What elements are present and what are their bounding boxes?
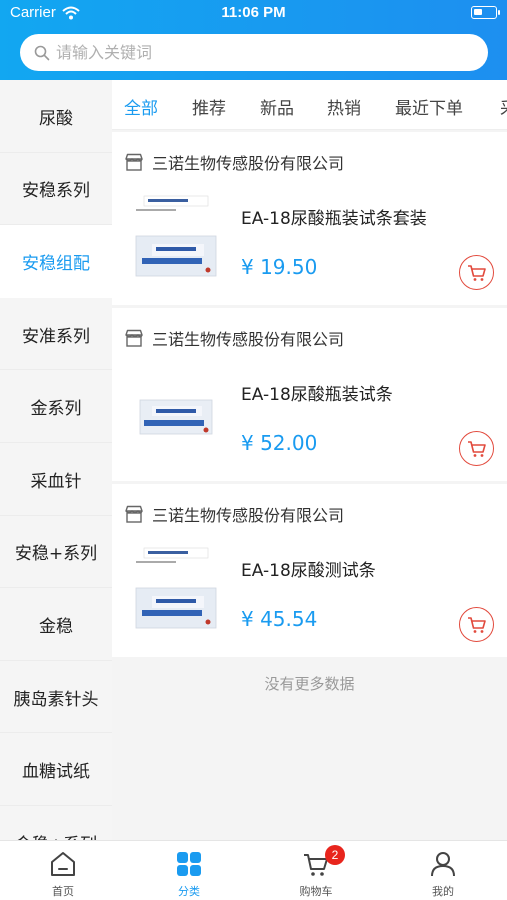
status-bar: Carrier 11:06 PM [0,0,507,26]
tabbar-item-category[interactable]: 分类 [126,841,252,900]
search-icon [34,45,50,60]
tabbar-label: 我的 [432,885,454,898]
sidebar-item-gold-series[interactable]: 金系列 [0,370,112,443]
product-image[interactable] [130,368,222,460]
shop-row[interactable]: 三诺生物传感股份有限公司 [124,502,344,526]
sidebar-item-label: 金稳 [39,616,73,637]
no-more-data-label: 没有更多数据 [264,675,355,693]
product-image[interactable] [130,192,222,284]
sidebar-item-label: 安稳组配 [22,253,90,274]
add-to-cart-button[interactable] [459,607,494,642]
sidebar-item-anwen-series[interactable]: 安稳系列 [0,153,112,226]
product-name[interactable]: EA-18尿酸测试条 [241,556,376,581]
product-card[interactable]: 三诺生物传感股份有限公司 EA-18尿酸测试条 ¥ 45.54 [112,484,507,657]
tab-hot[interactable]: 热销 [327,94,361,119]
user-icon [431,852,455,877]
sidebar-item-label: 胰岛素针头 [13,689,99,710]
tabbar-label: 首页 [52,885,74,898]
app-header: Carrier 11:06 PM [0,0,507,80]
cart-icon [467,264,486,281]
sidebar-item-lancet[interactable]: 采血针 [0,443,112,516]
sidebar-item-label: 安稳系列 [22,181,90,202]
sidebar-item-anzhun-series[interactable]: 安准系列 [0,298,112,371]
filter-tabs: 全部 推荐 新品 热销 最近下单 采购 [112,80,507,130]
cart-icon [467,440,486,457]
tabbar-item-mine[interactable]: 我的 [380,841,506,900]
product-card[interactable]: 三诺生物传感股份有限公司 EA-18尿酸瓶装试条套装 ¥ 19.50 [112,132,507,305]
cart-icon [467,616,486,633]
add-to-cart-button[interactable] [459,255,494,290]
tab-recommended[interactable]: 推荐 [192,94,226,119]
sidebar-item-label: 金系列 [30,399,82,420]
sidebar-item-anwen-plus-series[interactable]: 安稳+系列 [0,516,112,589]
category-icon [177,852,201,876]
tabbar-label: 分类 [178,885,200,898]
home-icon [51,852,75,876]
bottom-tab-bar: 首页 分类 2 购物车 我的 [0,840,507,900]
product-price: ¥ 19.50 [241,255,318,279]
sidebar-item-jinwen-plus-series[interactable]: 金稳+系列 [0,806,112,840]
sidebar-item-jinwen[interactable]: 金稳 [0,588,112,661]
product-price: ¥ 45.54 [241,607,318,631]
product-price: ¥ 52.00 [241,431,318,455]
sidebar-item-glucose-strips[interactable]: 血糖试纸 [0,733,112,806]
product-card[interactable]: 三诺生物传感股份有限公司 EA-18尿酸瓶装试条 ¥ 52.00 [112,308,507,481]
sidebar-item-label: 血糖试纸 [22,762,90,783]
store-icon [125,505,143,523]
sidebar-item-label: 安准系列 [22,326,90,347]
sidebar-item-insulin-needle[interactable]: 胰岛素针头 [0,661,112,734]
product-panel: 全部 推荐 新品 热销 最近下单 采购 三诺生物传感股份有限公司 EA-18尿酸… [112,80,507,840]
battery-icon [471,6,500,19]
sidebar-item-anwen-combo[interactable]: 安稳组配 [0,225,112,298]
product-image[interactable] [130,544,222,636]
shop-row[interactable]: 三诺生物传感股份有限公司 [124,150,344,174]
tab-new[interactable]: 新品 [260,94,294,119]
store-icon [125,153,143,171]
sidebar-item-label: 安稳+系列 [14,544,98,565]
search-bar[interactable] [20,34,488,71]
sidebar-item-label: 尿酸 [39,108,73,129]
store-icon [125,329,143,347]
tab-purchase[interactable]: 采购 [500,94,507,119]
shop-name: 三诺生物传感股份有限公司 [152,506,345,525]
sidebar-item-label: 采血针 [30,471,82,492]
shop-row[interactable]: 三诺生物传感股份有限公司 [124,326,344,350]
add-to-cart-button[interactable] [459,431,494,466]
sidebar-item-uric-acid[interactable]: 尿酸 [0,80,112,153]
cart-count-badge: 2 [325,845,345,865]
tab-recent-orders[interactable]: 最近下单 [395,94,463,119]
sidebar-item-label: 金稳+系列 [15,830,97,840]
tab-all[interactable]: 全部 [124,94,158,119]
category-sidebar: 尿酸 安稳系列 安稳组配 安准系列 金系列 采血针 安稳+系列 金稳 胰岛素针头… [0,80,112,840]
shop-name: 三诺生物传感股份有限公司 [152,330,345,349]
status-time: 11:06 PM [221,4,286,21]
tabbar-item-home[interactable]: 首页 [0,841,126,900]
product-name[interactable]: EA-18尿酸瓶装试条 [241,380,393,405]
product-name[interactable]: EA-18尿酸瓶装试条套装 [241,204,427,229]
tabbar-label: 购物车 [299,885,333,898]
tabbar-item-cart[interactable]: 2 购物车 [253,841,379,900]
shop-name: 三诺生物传感股份有限公司 [152,154,345,173]
search-input[interactable] [56,43,456,62]
